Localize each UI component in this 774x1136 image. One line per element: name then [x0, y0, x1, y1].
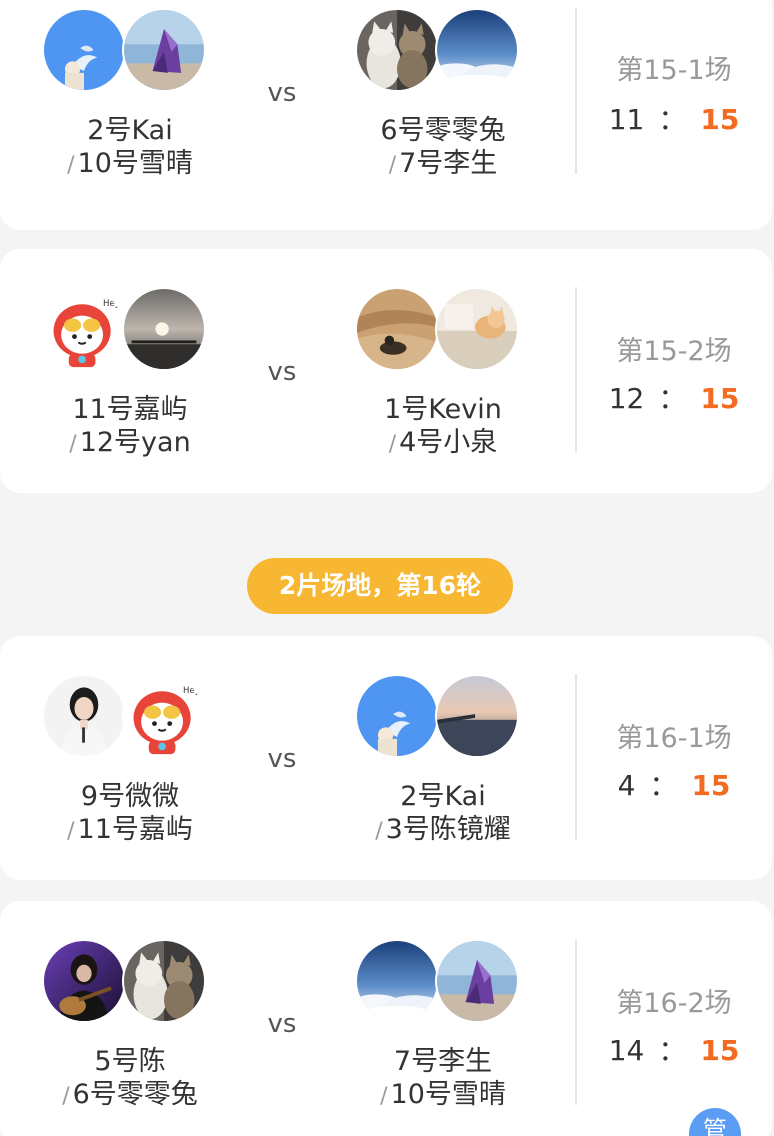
- divider: [575, 8, 577, 174]
- partner-name-row: /12号yan: [30, 420, 230, 459]
- score-right: 15: [700, 382, 740, 415]
- avatar-crystal-icon: [435, 939, 519, 1023]
- score-left: 14: [608, 1034, 645, 1067]
- team-right: 6号零零兔 /7号李生: [343, 0, 543, 230]
- score-left: 4: [617, 769, 636, 802]
- partner-name-row: /6号零零兔: [30, 1072, 230, 1111]
- round-header-badge: 2片场地，第16轮: [247, 558, 513, 614]
- match-round-label: 第15-2场: [616, 336, 732, 367]
- match-round-label: 第16-2场: [616, 988, 732, 1019]
- divider: [575, 674, 577, 840]
- score-colon: ：: [658, 382, 687, 415]
- team-left: Hey 9号微微 /11号嘉屿: [30, 636, 230, 880]
- slash-separator: /: [388, 432, 397, 457]
- avatar-group: [42, 8, 218, 92]
- slash-separator: /: [62, 1084, 70, 1109]
- svg-text:Hey: Hey: [103, 299, 120, 309]
- score-right: 15: [700, 103, 740, 136]
- player-name: 10号雪晴: [390, 1079, 506, 1110]
- vs-label: vs: [267, 357, 297, 387]
- team-right: 2号Kai /3号陈镜耀: [343, 636, 543, 880]
- match-card[interactable]: 5号陈 /6号零零兔 vs 7号李生 /10号雪晴 第16-2场 14 ： 15: [0, 901, 772, 1136]
- avatar-cats-icon: [355, 8, 439, 92]
- score-left: 11: [608, 103, 645, 136]
- avatar-group: Hey: [42, 287, 218, 371]
- player-name: 4号小泉: [399, 427, 498, 458]
- score-right: 15: [691, 769, 731, 802]
- score-colon: ：: [649, 769, 678, 802]
- slash-separator: /: [69, 432, 77, 457]
- player-name: 11号嘉屿: [77, 814, 193, 845]
- match-card[interactable]: 2号Kai /10号雪晴 vs 6号零零兔 /7号李生 第15-1场 11 ： 15: [0, 0, 772, 230]
- partner-name-row: /10号雪晴: [30, 141, 230, 180]
- avatar-group: [355, 939, 531, 1023]
- player-name: 10号雪晴: [77, 148, 193, 179]
- vs-label: vs: [267, 1009, 297, 1039]
- partner-name-row: /11号嘉屿: [30, 807, 230, 846]
- slash-separator: /: [67, 153, 75, 178]
- player-name: 12号yan: [79, 427, 191, 458]
- score-colon: ：: [658, 103, 687, 136]
- match-card[interactable]: Hey 9号微微 /11号嘉屿 vs 2号Kai /3号陈镜耀 第16-1场 4…: [0, 636, 772, 880]
- vs-label: vs: [267, 744, 297, 774]
- partner-name-row: /3号陈镜耀: [343, 807, 543, 846]
- avatar-clouds-icon: [435, 8, 519, 92]
- team-left: 2号Kai /10号雪晴: [30, 0, 230, 230]
- avatar-clouds-icon: [355, 939, 439, 1023]
- team-right: 7号李生 /10号雪晴: [343, 901, 543, 1136]
- partner-name-row: /7号李生: [343, 141, 543, 180]
- avatar-cat-table-icon: [435, 287, 519, 371]
- svg-text:Hey: Hey: [183, 686, 200, 696]
- avatar-sunset-icon: [122, 287, 206, 371]
- score: 14 ： 15: [590, 1029, 758, 1069]
- avatar-cartoon-icon: Hey: [122, 674, 206, 758]
- team-left: Hey 11号嘉屿 /12号yan: [30, 249, 230, 493]
- score-colon: ：: [658, 1034, 687, 1067]
- player-name: 3号陈镜耀: [385, 814, 511, 845]
- score-right: 15: [700, 1034, 740, 1067]
- slash-separator: /: [67, 819, 75, 844]
- score: 4 ： 15: [590, 764, 758, 804]
- avatar-group: [355, 8, 531, 92]
- match-card[interactable]: Hey 11号嘉屿 /12号yan vs 1号Kevin /4号小泉 第15-2…: [0, 249, 772, 493]
- team-right: 1号Kevin /4号小泉: [343, 249, 543, 493]
- avatar-cartoon-icon: Hey: [42, 287, 126, 371]
- avatar-group: [42, 939, 218, 1023]
- avatar-crystal-icon: [122, 8, 206, 92]
- avatar-guitar-icon: [42, 939, 126, 1023]
- player-name: 7号李生: [399, 148, 498, 179]
- player-name: 6号零零兔: [72, 1079, 198, 1110]
- avatar-group: Hey: [42, 674, 218, 758]
- slash-separator: /: [388, 153, 397, 178]
- avatar-group: [355, 287, 531, 371]
- match-list: 2号Kai /10号雪晴 vs 6号零零兔 /7号李生 第15-1场 11： 15…: [0, 0, 774, 1136]
- divider: [575, 287, 577, 453]
- match-round-label: 第15-1场: [616, 55, 732, 86]
- score-left: 12: [608, 382, 645, 415]
- score: 11 ： 15: [590, 98, 758, 138]
- partner-name-row: /10号雪晴: [343, 1072, 543, 1111]
- slash-separator: /: [375, 819, 383, 844]
- score: 12 ： 15: [590, 377, 758, 417]
- avatar-cats-icon: [122, 939, 206, 1023]
- avatar-beach-icon: [355, 287, 439, 371]
- avatar-woman-icon: [42, 674, 126, 758]
- slash-separator: /: [380, 1084, 388, 1109]
- divider: [575, 939, 577, 1105]
- avatar-group: [355, 674, 531, 758]
- avatar-bluebird-icon: [42, 8, 126, 92]
- partner-name-row: /4号小泉: [343, 420, 543, 459]
- avatar-bluebird-icon: [355, 674, 439, 758]
- vs-label: vs: [267, 78, 297, 108]
- match-round-label: 第16-1场: [616, 723, 732, 754]
- avatar-pier-icon: [435, 674, 519, 758]
- team-left: 5号陈 /6号零零兔: [30, 901, 230, 1136]
